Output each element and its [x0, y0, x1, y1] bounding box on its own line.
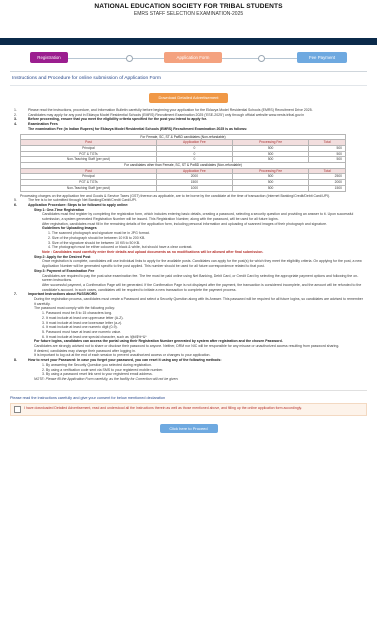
step-text: Once registration is complete, candidate…: [42, 259, 362, 269]
divider: [10, 71, 367, 72]
fee-table-reserved: For Female, SC, ST & PwBD candidates (No…: [20, 133, 346, 192]
instructions-body: 1. Please read the instructions, procedur…: [0, 103, 377, 382]
fee-intro: The examination Fee (in Indian Rupees) f…: [28, 126, 248, 131]
site-header: NATIONAL EDUCATION SOCIETY FOR TRIBAL ST…: [0, 0, 377, 38]
correction-note: NOTE: Please fill the Application Form c…: [34, 376, 179, 381]
step-registration[interactable]: Registration: [30, 52, 68, 63]
section-title: Instructions and Procedure for online su…: [12, 76, 161, 81]
step-application-form[interactable]: Application Form: [164, 52, 222, 63]
step-text: Candidates must first register by comple…: [42, 212, 354, 222]
stepper-dot: [258, 55, 265, 62]
password-point: During the registration process, candida…: [34, 297, 363, 306]
org-title: NATIONAL EDUCATION SOCIETY FOR TRIBAL ST…: [94, 3, 283, 10]
consent-box[interactable]: I have downloaded Detailed Advertisement…: [10, 402, 367, 417]
progress-stepper: Registration Application Form Fee Paymen…: [10, 49, 367, 69]
stepper-dot: [126, 55, 133, 62]
divider: [10, 85, 367, 86]
declaration-section: Please read the instructions carefully a…: [10, 389, 367, 417]
nav-bar: [0, 38, 377, 45]
step-text: Candidates are required to pay the post-…: [42, 273, 359, 283]
list-item: 6. Application Procedure: Steps to be fol…: [14, 202, 129, 207]
declaration-question: Please read the instructions carefully a…: [10, 395, 166, 400]
table-row: Non-Teaching Staff (per post) 1000 500 1500: [20, 184, 346, 192]
step-text: After successful payment, a Confirmation…: [42, 282, 362, 292]
step-fee-payment[interactable]: Fee Payment: [297, 52, 347, 63]
exam-subtitle: EMRS STAFF SELECTION EXAMINATION-2025: [133, 11, 244, 17]
consent-checkbox[interactable]: [14, 406, 21, 414]
page: NATIONAL EDUCATION SOCIETY FOR TRIBAL ST…: [0, 0, 377, 641]
proceed-button[interactable]: Click here to Proceed: [159, 424, 218, 434]
download-advertisement-button[interactable]: Download Detailed Advertisement: [149, 93, 228, 103]
consent-text: I have downloaded Detailed Advertisement…: [24, 405, 302, 410]
